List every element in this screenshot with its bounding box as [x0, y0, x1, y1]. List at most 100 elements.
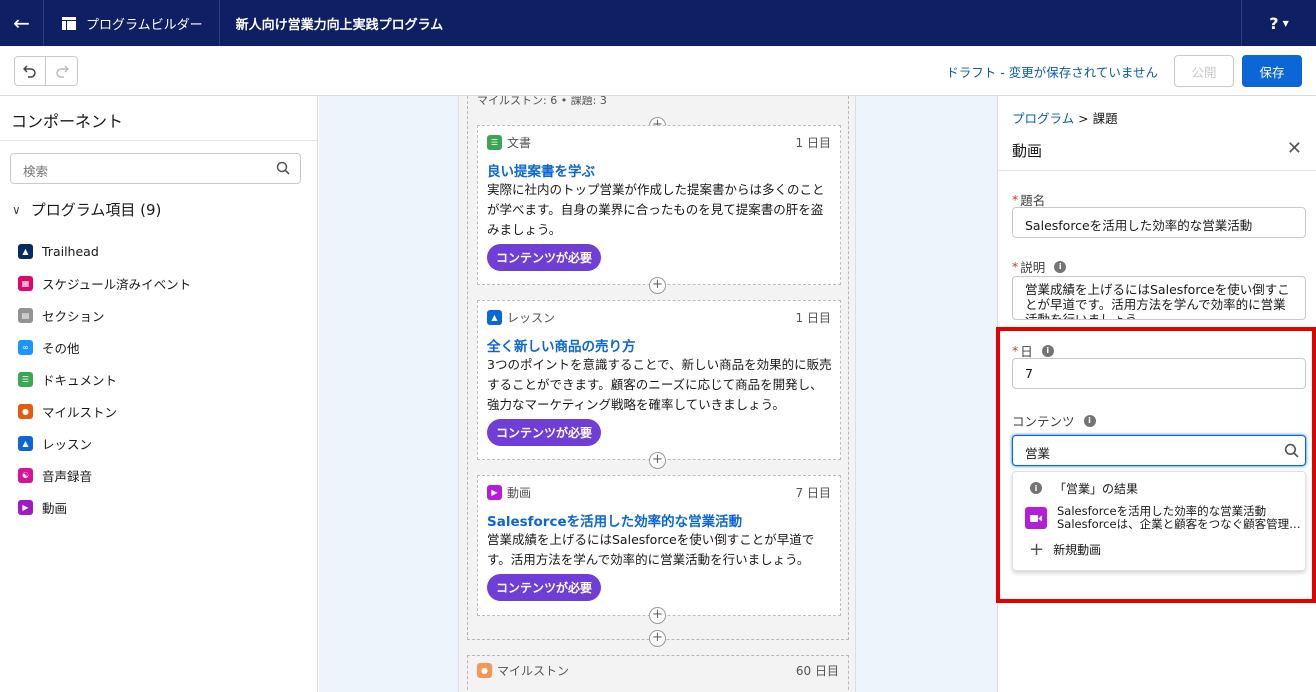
publish-button[interactable]: 公開	[1174, 55, 1234, 87]
info-icon: i	[1030, 482, 1042, 494]
milestone-summary: マイルストン: 6 • 課題: 3	[477, 96, 607, 107]
card-description: 実際に社内のトップ営業が作成した提案書からは多くのことが学べます。自身の業界に合…	[487, 182, 825, 237]
component-item-document[interactable]: ☰ ドキュメント	[18, 363, 191, 395]
info-icon[interactable]: i	[1041, 344, 1054, 357]
section-icon: ▤	[18, 307, 33, 323]
program-items-group-toggle[interactable]: ∨ プログラム項目 (9)	[12, 199, 161, 220]
component-item-lesson[interactable]: ▲ レッスン	[18, 427, 191, 459]
add-item-button[interactable]: +	[649, 277, 666, 294]
card-description: 営業成績を上げるにはSalesforceを使い倒すことが早道です。活用方法を学ん…	[487, 532, 815, 567]
result-title: Salesforceを活用した効率的な営業活動	[1057, 505, 1267, 518]
help-icon: ?	[1269, 13, 1279, 33]
add-item-button[interactable]: +	[649, 607, 666, 624]
undo-button[interactable]	[14, 56, 46, 86]
builder-toolbar: ドラフト - 変更が保存されていません 公開 保存	[0, 46, 1316, 96]
add-item-button[interactable]: +	[649, 452, 666, 469]
undo-icon	[23, 65, 36, 78]
document-icon: ☰	[487, 135, 502, 150]
card-title[interactable]: Salesforceを活用した効率的な営業活動	[487, 510, 742, 530]
component-item-section[interactable]: ▤ セクション	[18, 299, 191, 331]
description-field-label: * 説明 i	[1012, 257, 1067, 276]
program-card-video[interactable]: ▶ 動画 7 日目 Salesforceを活用した効率的な営業活動 営業成績を上…	[477, 475, 841, 616]
component-item-other[interactable]: ∞ その他	[18, 331, 191, 363]
link-icon: ∞	[18, 339, 33, 355]
video-camera-icon: ▶	[18, 499, 33, 515]
milestone-item[interactable]: ● マイルストン 60 日目	[467, 655, 849, 692]
card-type-label: 動画	[507, 486, 532, 500]
graduation-cap-icon: ▲	[487, 310, 502, 325]
component-item-trailhead[interactable]: ▲ Trailhead	[18, 235, 191, 267]
breadcrumb-current: 課題	[1092, 111, 1118, 126]
content-search-input[interactable]: 営業	[1012, 435, 1306, 466]
component-item-audio[interactable]: ☯ 音声録音	[18, 459, 191, 491]
content-needed-badge: コンテンツが必要	[487, 244, 602, 271]
content-results-dropdown: i 「営業」の結果 Salesforceを活用した効率的な営業活動 Salesf…	[1012, 471, 1306, 571]
milestone-type-label: マイルストン	[497, 664, 570, 678]
app-switcher[interactable]: プログラムビルダー	[44, 0, 220, 46]
program-column: マイルストン: 6 • 課題: 3 + ☰ 文書 1 日目 良い提案書を学ぶ 実…	[458, 96, 856, 692]
builder-canvas: マイルストン: 6 • 課題: 3 + ☰ 文書 1 日目 良い提案書を学ぶ 実…	[319, 96, 997, 692]
results-heading: i 「営業」の結果	[1013, 478, 1307, 498]
breadcrumb-separator: >	[1078, 111, 1089, 126]
milestone-icon: ●	[18, 403, 33, 419]
content-needed-badge: コンテンツが必要	[487, 419, 602, 446]
video-camera-icon: ▶	[487, 485, 502, 500]
component-item-milestone[interactable]: ● マイルストン	[18, 395, 191, 427]
redo-button[interactable]	[46, 56, 78, 86]
properties-panel: プログラム > 課題 動画 ✕ * 題名 Salesforceを活用した効率的な営…	[997, 96, 1316, 692]
app-name: プログラムビルダー	[86, 17, 203, 33]
info-icon[interactable]: i	[1083, 414, 1096, 427]
content-search-value: 営業	[1025, 446, 1051, 461]
program-card-lesson[interactable]: ▲ レッスン 1 日目 全く新しい商品の売り方 3つのポイントを意識することで、…	[477, 300, 841, 460]
info-icon[interactable]: i	[1054, 260, 1067, 273]
chevron-down-icon: ▼	[1282, 18, 1289, 28]
program-title: 新人向け営業力向上実践プログラム	[235, 17, 444, 33]
help-menu-button[interactable]: ? ▼	[1241, 0, 1316, 46]
app-header: ← プログラムビルダー 新人向け営業力向上実践プログラム ? ▼	[0, 0, 1316, 46]
graduation-cap-icon: ▲	[18, 435, 33, 451]
card-day: 1 日目	[795, 311, 831, 325]
search-icon	[1284, 443, 1299, 458]
milestone-day: 60 日目	[795, 664, 839, 678]
close-button[interactable]: ✕	[1287, 138, 1302, 159]
back-button[interactable]: ←	[0, 0, 44, 46]
card-type-label: 文書	[507, 136, 532, 150]
panel-title: 動画	[1012, 142, 1043, 160]
milestone-icon: ●	[477, 663, 492, 678]
content-field-label: コンテンツ i	[1012, 411, 1096, 430]
component-list: ▲ Trailhead ▦ スケジュール済みイベント ▤ セクション ∞ その他 ☰ ドキ…	[18, 235, 191, 523]
new-video-option[interactable]: + 新規動画	[1013, 537, 1307, 561]
description-textarea[interactable]: 営業成績を上げるにはSalesforceを使い倒すことが早道です。活用方法を学ん…	[1012, 276, 1306, 320]
card-day: 7 日目	[795, 486, 831, 500]
group-label: プログラム項目 (9)	[30, 201, 162, 219]
card-day: 1 日目	[795, 136, 831, 150]
card-title[interactable]: 全く新しい商品の売り方	[487, 335, 636, 355]
component-item-video[interactable]: ▶ 動画	[18, 491, 191, 523]
program-card-document[interactable]: ☰ 文書 1 日目 良い提案書を学ぶ 実際に社内のトップ営業が作成した提案書から…	[477, 125, 841, 285]
layout-icon	[62, 16, 76, 30]
calendar-icon: ▦	[18, 275, 33, 291]
result-subtitle: Salesforceは、企業と顧客をつなぐ顧客管理プラットフォームです	[1057, 518, 1305, 531]
headphones-icon: ☯	[18, 467, 33, 483]
card-title[interactable]: 良い提案書を学ぶ	[487, 160, 595, 180]
close-icon: ✕	[1286, 138, 1302, 159]
component-search-input[interactable]: 検索	[10, 153, 301, 184]
component-item-scheduled-event[interactable]: ▦ スケジュール済みイベント	[18, 267, 191, 299]
arrow-left-icon: ←	[13, 11, 30, 35]
save-button[interactable]: 保存	[1242, 55, 1302, 87]
day-input[interactable]: 7	[1012, 358, 1306, 389]
result-option-video[interactable]: Salesforceを活用した効率的な営業活動 Salesforceは、企業と顧…	[1013, 503, 1307, 533]
breadcrumb-program-link[interactable]: プログラム	[1012, 111, 1074, 126]
chevron-down-icon: ∨	[12, 202, 21, 217]
redo-icon	[55, 65, 69, 78]
add-milestone-button[interactable]: +	[649, 630, 666, 647]
title-input[interactable]: Salesforceを活用した効率的な営業活動	[1012, 207, 1306, 238]
search-placeholder: 検索	[23, 164, 49, 179]
divider	[998, 170, 1316, 171]
trailhead-icon: ▲	[18, 243, 33, 259]
card-description: 3つのポイントを意識することで、新しい商品を効果的に販売することができます。顧客…	[487, 357, 832, 412]
divider	[0, 140, 318, 141]
video-camera-icon	[1025, 507, 1047, 529]
draft-status: ドラフト - 変更が保存されていません	[946, 65, 1158, 80]
breadcrumb: プログラム > 課題	[1012, 108, 1118, 127]
